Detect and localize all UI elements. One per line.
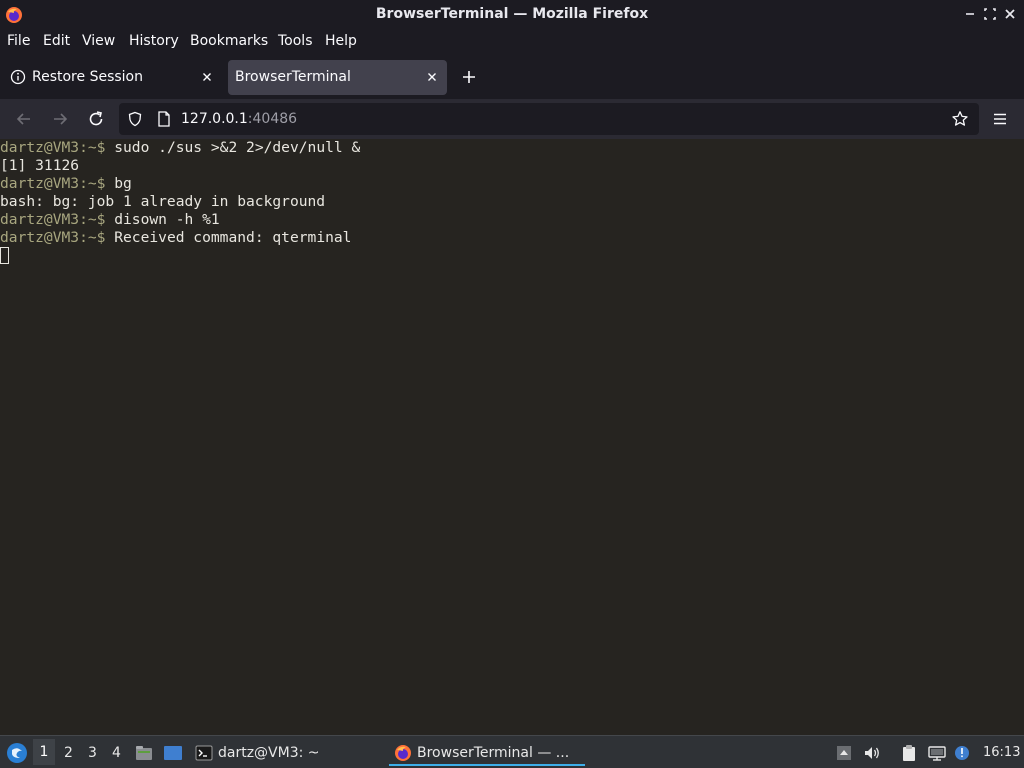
tab-close-button[interactable] (199, 69, 215, 85)
terminal-output[interactable]: dartz@VM3:~$ sudo ./sus >&2 2>/dev/null … (0, 139, 1024, 735)
bookmark-star-icon[interactable] (951, 110, 969, 128)
reload-button[interactable] (85, 108, 107, 130)
navigation-bar: 127.0.0.1:40486 (0, 99, 1024, 139)
start-menu-icon[interactable] (6, 742, 28, 764)
task-label: dartz@VM3: ~ (218, 745, 320, 761)
workspace-4[interactable]: 4 (112, 745, 121, 761)
reload-icon (89, 111, 103, 126)
back-button[interactable] (13, 108, 35, 130)
shield-icon[interactable] (127, 111, 143, 127)
terminal-prompt: dartz@VM3:~$ (0, 211, 115, 228)
file-manager-icon[interactable] (134, 743, 154, 763)
tab-restore-session[interactable]: Restore Session (2, 60, 224, 95)
terminal-text: Received command: qterminal (114, 229, 352, 246)
terminal-line: dartz@VM3:~$ disown -h %1 (0, 211, 1024, 229)
terminal-line: bash: bg: job 1 already in background (0, 193, 1024, 211)
volume-icon[interactable] (863, 744, 881, 762)
terminal-prompt: dartz@VM3:~$ (0, 175, 115, 192)
terminal-text: bg (114, 175, 132, 192)
close-icon (203, 73, 211, 81)
tab-label: BrowserTerminal (235, 69, 351, 85)
restore-icon (984, 8, 996, 20)
workspace-3[interactable]: 3 (88, 745, 97, 761)
url-text[interactable]: 127.0.0.1:40486 (181, 111, 297, 127)
close-icon (1005, 9, 1015, 19)
close-window-button[interactable] (1003, 7, 1017, 21)
task-firefox[interactable]: BrowserTerminal — ... (389, 740, 585, 766)
task-label: BrowserTerminal — ... (417, 745, 570, 761)
update-notifier-icon[interactable] (953, 744, 971, 762)
menu-tools[interactable]: Tools (278, 33, 313, 49)
plus-icon (463, 71, 475, 83)
minimize-button[interactable] (963, 7, 977, 21)
network-icon[interactable] (928, 744, 946, 762)
app-menu-button[interactable] (989, 108, 1011, 130)
menu-history[interactable]: History (129, 33, 179, 49)
terminal-icon (195, 745, 213, 761)
tab-strip: Restore Session BrowserTerminal (0, 55, 1024, 99)
terminal-text: disown -h %1 (114, 211, 220, 228)
show-desktop-icon[interactable] (163, 744, 183, 762)
terminal-line: dartz@VM3:~$ sudo ./sus >&2 2>/dev/null … (0, 139, 1024, 157)
maximize-button[interactable] (983, 7, 997, 21)
forward-button[interactable] (49, 108, 71, 130)
workspace-2[interactable]: 2 (64, 745, 73, 761)
menu-edit[interactable]: Edit (43, 33, 70, 49)
menu-bar: File Edit View History Bookmarks Tools H… (0, 30, 1024, 54)
taskbar: 1 2 3 4 dartz@VM3: ~ BrowserTerminal — .… (0, 735, 1024, 768)
clock[interactable]: 16:13 (983, 745, 1020, 760)
window-title: BrowserTerminal — Mozilla Firefox (375, 6, 649, 22)
terminal-text: [1] 31126 (0, 157, 80, 174)
terminal-prompt: dartz@VM3:~$ (0, 229, 115, 246)
hamburger-menu-icon (994, 113, 1006, 125)
terminal-text: bash: bg: job 1 already in background (0, 193, 326, 210)
terminal-cursor (0, 247, 9, 264)
url-port: :40486 (247, 111, 298, 127)
page-icon (158, 111, 170, 127)
terminal-text: sudo ./sus >&2 2>/dev/null & (114, 139, 361, 156)
firefox-icon (395, 745, 411, 761)
minimize-icon (966, 13, 974, 15)
terminal-input-line[interactable] (0, 247, 1024, 265)
notification-area-icon[interactable] (835, 744, 853, 762)
tab-label: Restore Session (32, 69, 143, 85)
info-icon (10, 69, 26, 85)
terminal-line: dartz@VM3:~$ bg (0, 175, 1024, 193)
terminal-line: dartz@VM3:~$ Received command: qterminal (0, 229, 1024, 247)
arrow-right-icon (54, 113, 68, 125)
menu-bookmarks[interactable]: Bookmarks (190, 33, 268, 49)
clipboard-icon[interactable] (900, 744, 918, 762)
new-tab-button[interactable] (459, 67, 479, 87)
terminal-line: [1] 31126 (0, 157, 1024, 175)
menu-view[interactable]: View (82, 33, 115, 49)
close-icon (428, 73, 436, 81)
menu-help[interactable]: Help (325, 33, 357, 49)
window-titlebar: BrowserTerminal — Mozilla Firefox (0, 0, 1024, 30)
workspace-1[interactable]: 1 (33, 739, 55, 765)
tab-browserterminal[interactable]: BrowserTerminal (228, 60, 447, 95)
arrow-left-icon (16, 113, 30, 125)
tab-close-button[interactable] (424, 69, 440, 85)
menu-file[interactable]: File (7, 33, 30, 49)
url-host: 127.0.0.1 (181, 111, 248, 127)
terminal-prompt: dartz@VM3:~$ (0, 139, 115, 156)
url-bar[interactable]: 127.0.0.1:40486 (119, 103, 979, 135)
